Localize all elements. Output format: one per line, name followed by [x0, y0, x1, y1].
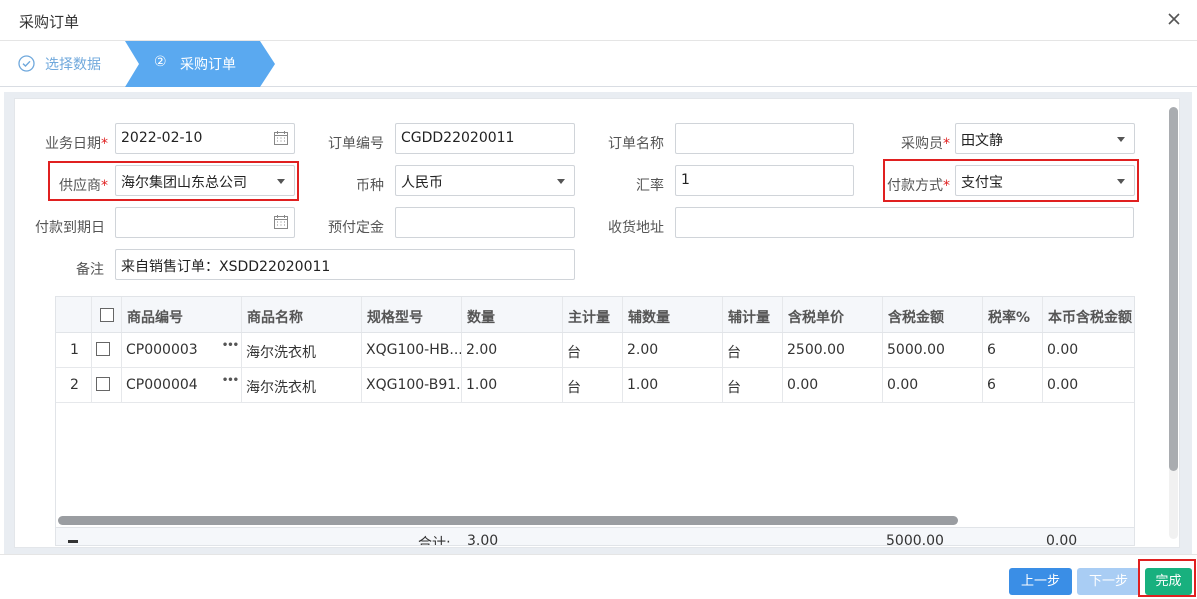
step-number: ②	[154, 54, 167, 70]
col-header[interactable]: 数量	[467, 307, 495, 327]
done-highlight	[1138, 559, 1196, 597]
order-no-field[interactable]: CGDD22020011	[395, 123, 575, 154]
currency-select[interactable]: 人民币	[395, 165, 575, 196]
dialog-titlebar: 采购订单	[0, 0, 1197, 41]
row-checkbox[interactable]	[96, 342, 110, 356]
remark-field[interactable]: 来自销售订单：XSDD22020011	[115, 249, 575, 280]
chevron-down-icon	[557, 179, 565, 184]
exchange-rate-field[interactable]: 1	[675, 165, 854, 196]
more-icon[interactable]: •••	[222, 375, 239, 386]
address-field[interactable]	[675, 207, 1134, 238]
col-header[interactable]: 辅计量	[728, 307, 770, 327]
calendar-icon[interactable]	[273, 130, 289, 146]
business-date-field[interactable]: 2022-02-10	[115, 123, 295, 154]
col-header[interactable]: 辅数量	[628, 307, 670, 327]
scroll-thumb[interactable]	[1169, 107, 1178, 471]
buyer-label: 采购员*	[901, 136, 950, 152]
calendar-icon[interactable]	[273, 214, 289, 230]
select-all-checkbox[interactable]	[100, 308, 114, 322]
summary-amount: 5000.00	[886, 533, 944, 546]
table-row[interactable]: 1 CP000003 ••• 海尔洗衣机 XQG100-HB... 2.00 台 …	[56, 333, 1134, 368]
summary-qty: 3.00	[467, 533, 499, 546]
table-row[interactable]: 2 CP000004 ••• 海尔洗衣机 XQG100-B91... 1.00 台…	[56, 368, 1134, 403]
summary-label: 合计:	[418, 536, 451, 546]
col-header[interactable]: 商品编号	[127, 307, 183, 327]
step-select-data-label: 选择数据	[45, 57, 101, 73]
summary-local-amount: 0.00	[1046, 533, 1078, 546]
payment-due-label: 付款到期日	[35, 220, 105, 236]
deposit-label: 预付定金	[328, 220, 384, 236]
col-header[interactable]: 含税金额	[888, 307, 944, 327]
grid-summary-row: 合计: 3.00 5000.00 0.00	[56, 527, 1134, 546]
order-name-label: 订单名称	[608, 136, 664, 152]
col-header[interactable]: 含税单价	[788, 307, 844, 327]
exchange-rate-label: 汇率	[636, 178, 664, 194]
supplier-highlight	[48, 161, 299, 201]
close-icon[interactable]	[1163, 8, 1185, 30]
step-select-data[interactable]: 选择数据	[0, 41, 140, 87]
col-header[interactable]: 规格型号	[367, 307, 423, 327]
currency-label: 币种	[356, 178, 384, 194]
business-date-label: 业务日期*	[45, 136, 108, 152]
step-purchase-order-label: 采购订单	[180, 57, 236, 73]
scroll-thumb[interactable]	[58, 516, 958, 525]
step-bar: 选择数据 ② 采购订单	[0, 41, 1197, 87]
next-step-button[interactable]: 下一步	[1077, 568, 1140, 595]
prev-step-button[interactable]: 上一步	[1009, 568, 1072, 595]
dialog-footer: 上一步 下一步 完成	[0, 554, 1197, 599]
grid-header: 商品编号 商品名称 规格型号 数量 主计量 辅数量 辅计量 含税单价 含税金额 …	[56, 297, 1134, 333]
check-circle-icon	[18, 55, 35, 72]
dialog-title: 采购订单	[19, 13, 80, 31]
order-name-field[interactable]	[675, 123, 854, 154]
address-label: 收货地址	[608, 220, 664, 236]
payment-method-highlight	[883, 159, 1139, 202]
horizontal-scrollbar[interactable]	[56, 514, 1134, 527]
row-checkbox[interactable]	[96, 377, 110, 391]
remark-label: 备注	[76, 262, 104, 278]
more-icon[interactable]: •••	[222, 340, 239, 351]
payment-due-field[interactable]	[115, 207, 295, 238]
collapse-icon[interactable]	[68, 540, 78, 543]
col-header[interactable]: 主计量	[568, 307, 610, 327]
buyer-select[interactable]: 田文静	[955, 123, 1135, 154]
col-header[interactable]: 本币含税金额	[1048, 307, 1132, 327]
order-no-label: 订单编号	[328, 136, 384, 152]
deposit-field[interactable]	[395, 207, 575, 238]
step-purchase-order[interactable]: ② 采购订单	[125, 41, 275, 87]
chevron-down-icon	[1117, 137, 1125, 142]
vertical-scrollbar[interactable]	[1169, 107, 1178, 539]
order-items-grid: 商品编号 商品名称 规格型号 数量 主计量 辅数量 辅计量 含税单价 含税金额 …	[55, 296, 1135, 546]
col-header[interactable]: 商品名称	[247, 307, 303, 327]
col-header[interactable]: 税率%	[988, 307, 1030, 327]
